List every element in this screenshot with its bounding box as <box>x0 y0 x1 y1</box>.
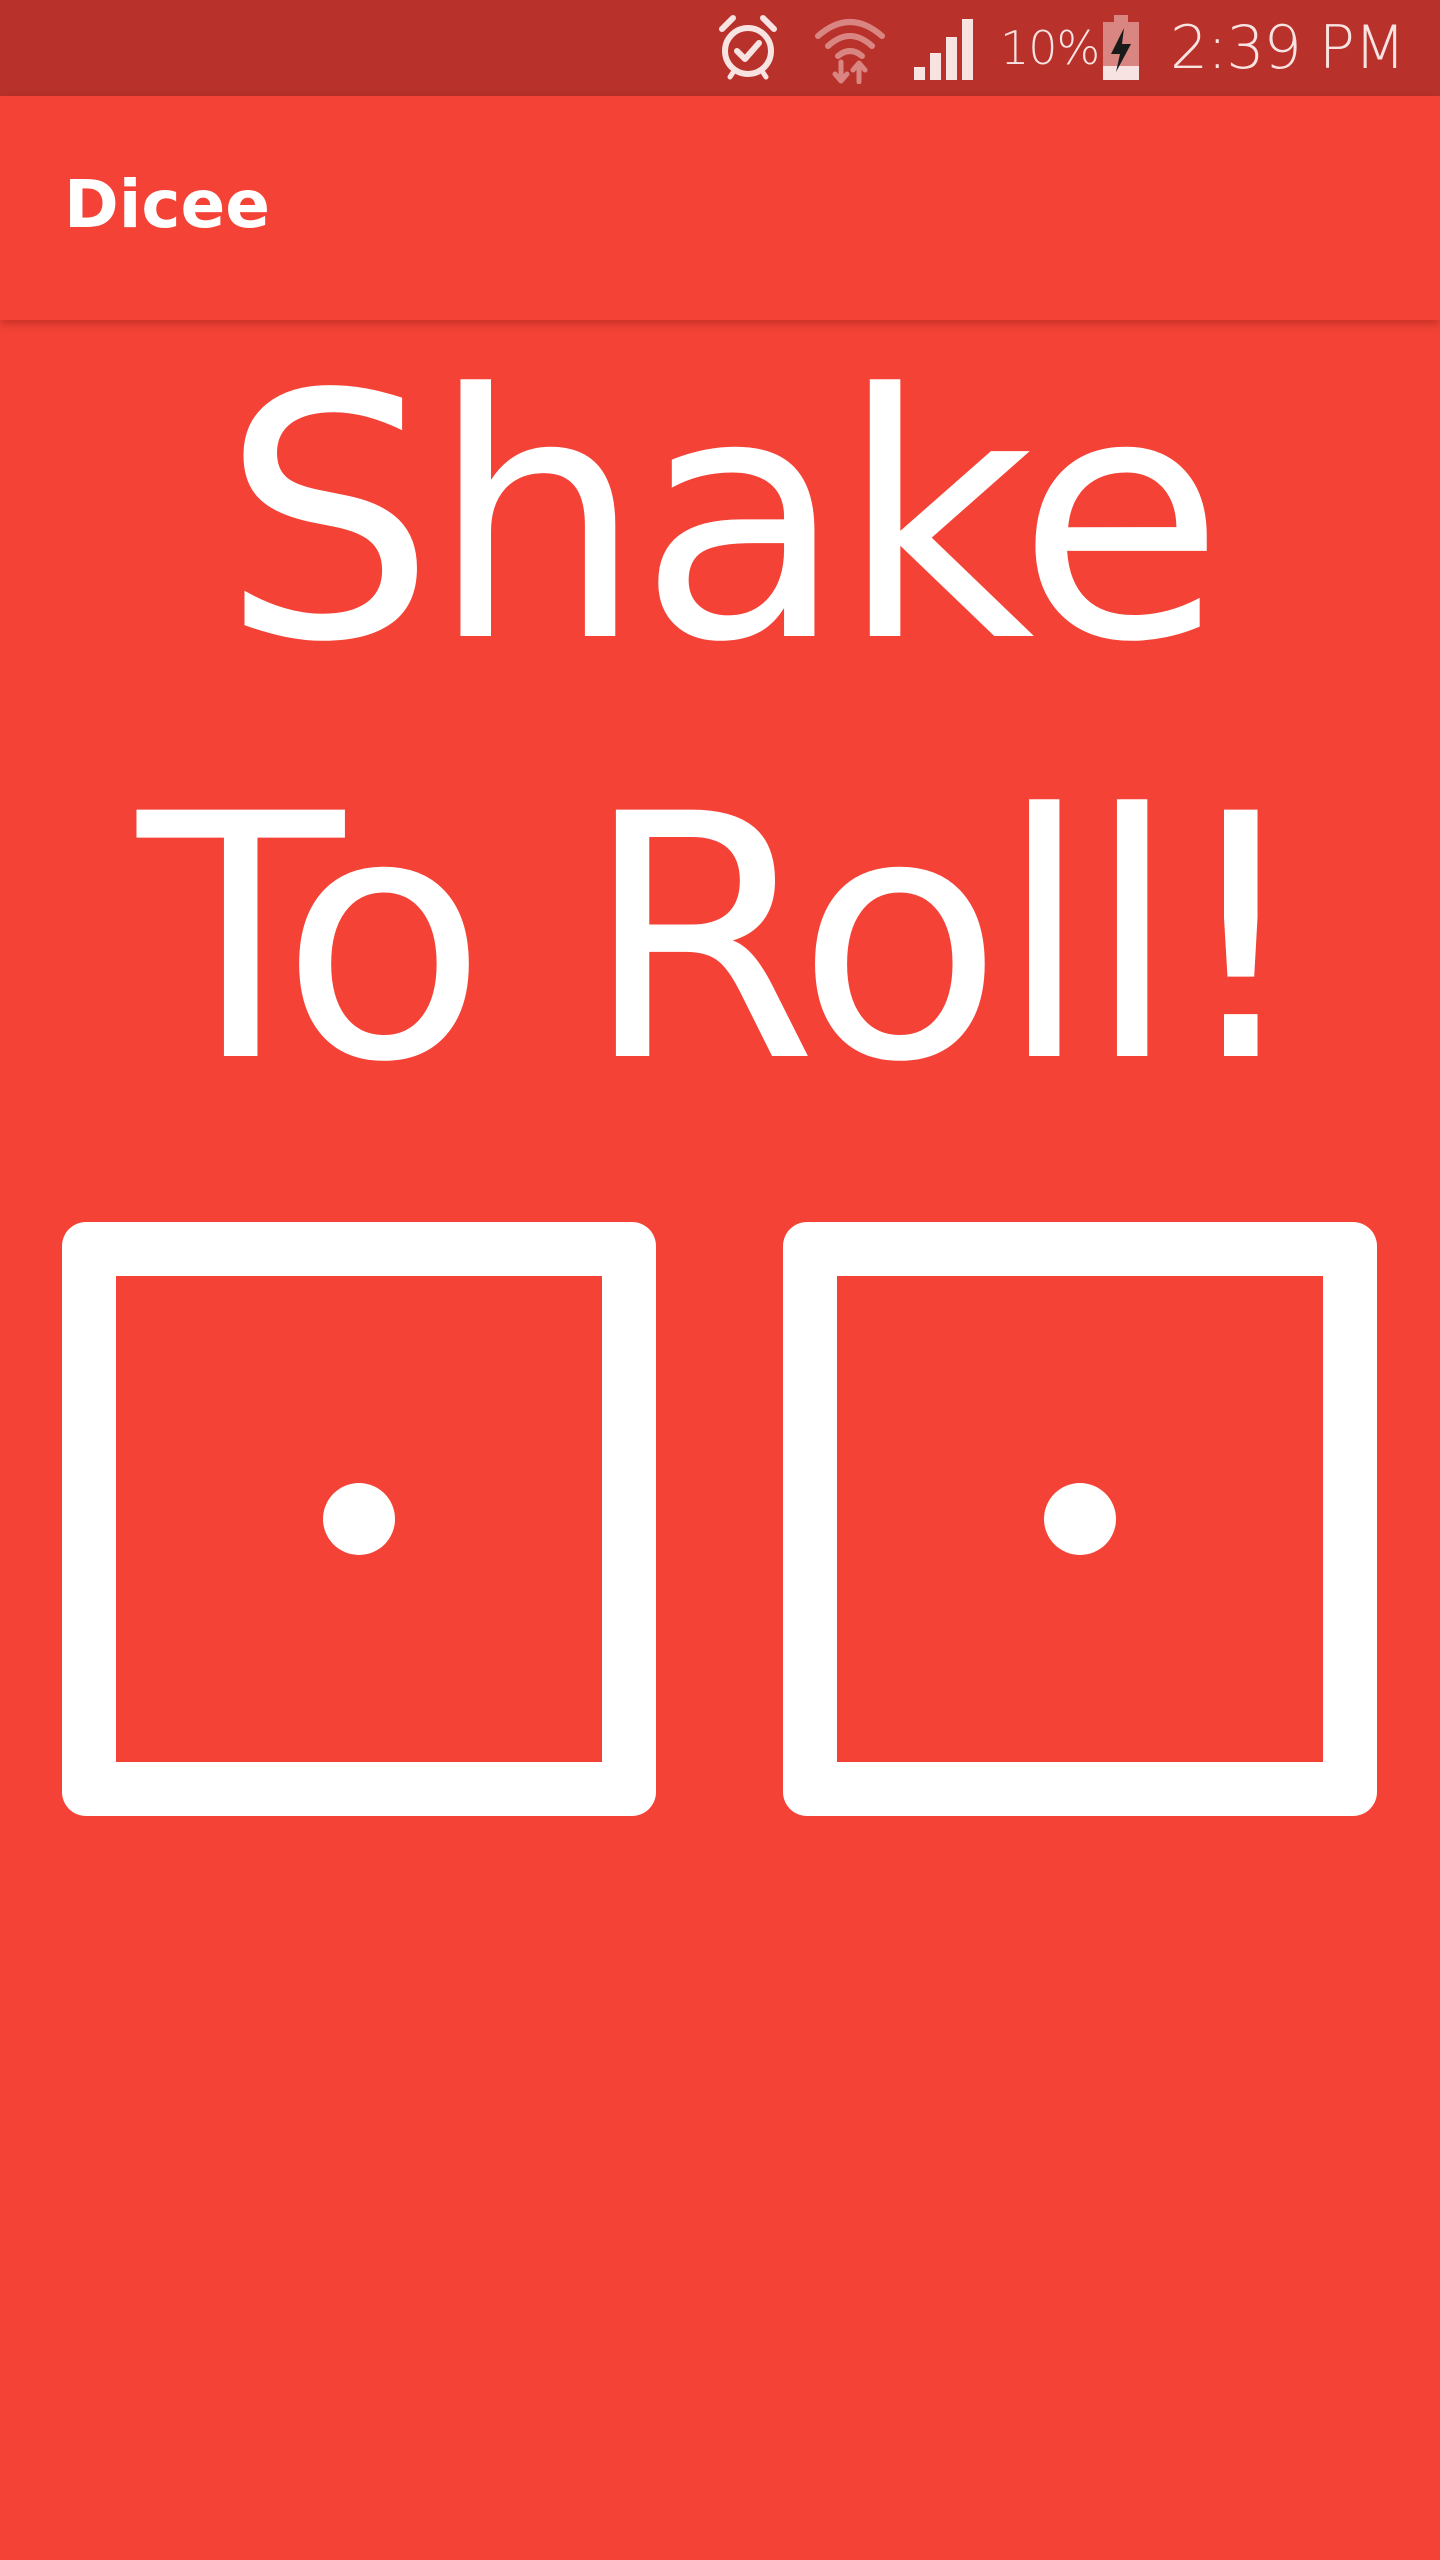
clock: 2:39 PM <box>1170 13 1406 83</box>
left-die-button[interactable] <box>62 1222 656 1816</box>
signal-icon <box>912 0 980 96</box>
wifi-icon <box>814 0 886 96</box>
dice-one-icon <box>62 1222 656 1816</box>
app-title: Dicee <box>64 166 271 243</box>
dice-one-icon <box>783 1222 1377 1816</box>
headline-shake: Shake <box>221 322 1225 716</box>
status-bar: 10% 2:39 PM <box>0 0 1440 96</box>
headline-to-roll: To Roll! <box>137 742 1308 1136</box>
alarm-icon <box>716 0 780 96</box>
battery-percent: 10% <box>1000 21 1100 75</box>
app-bar: Dicee <box>0 96 1440 320</box>
battery-charging-icon <box>1100 0 1142 96</box>
right-die-button[interactable] <box>783 1222 1377 1816</box>
